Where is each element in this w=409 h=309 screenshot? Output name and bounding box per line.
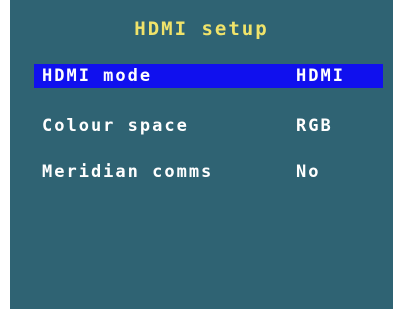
menu-item-value: No	[296, 162, 321, 182]
menu-title: HDMI setup	[134, 18, 269, 40]
menu-item-hdmi-mode[interactable]: HDMI mode HDMI	[34, 64, 383, 88]
menu-item-meridian-comms[interactable]: Meridian comms No	[34, 160, 383, 184]
menu-item-label: Meridian comms	[42, 162, 214, 182]
menu-item-colour-space[interactable]: Colour space RGB	[34, 114, 383, 138]
menu-item-label: Colour space	[42, 116, 189, 136]
menu-item-value: HDMI	[296, 66, 345, 86]
osd-menu-screen: HDMI setup HDMI mode HDMI Colour space R…	[10, 0, 393, 309]
menu-item-value: RGB	[296, 116, 333, 136]
menu-item-label: HDMI mode	[42, 66, 153, 86]
